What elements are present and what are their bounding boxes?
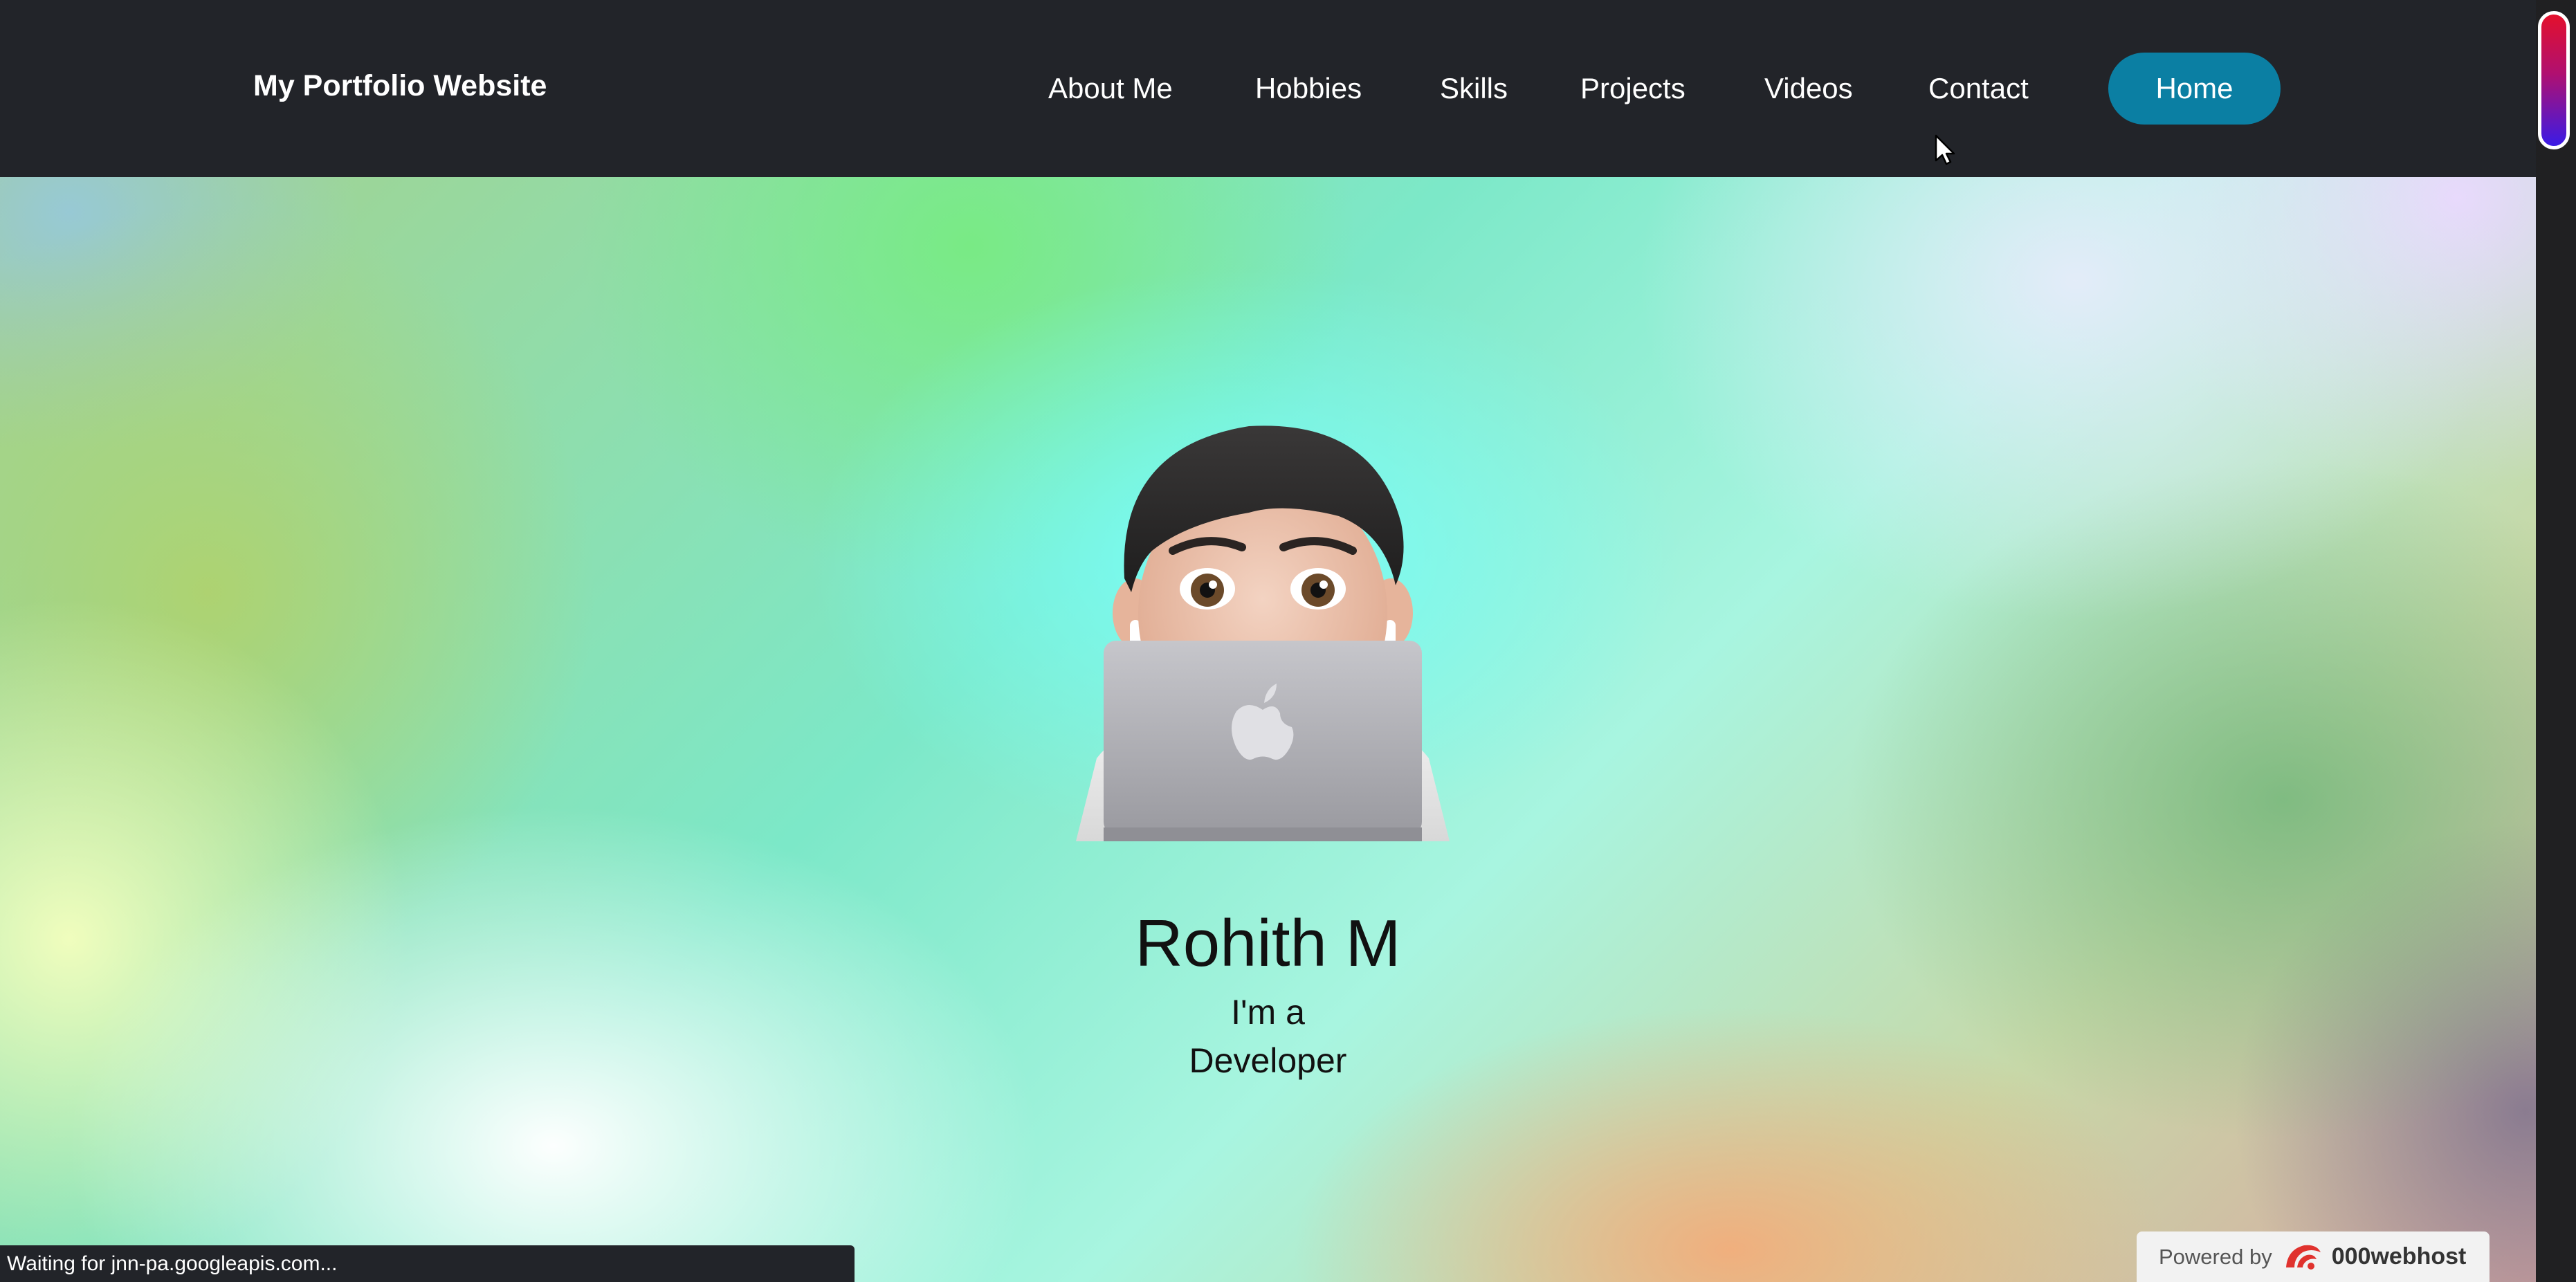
powered-by-label: Powered by	[2159, 1244, 2272, 1269]
nav-skills[interactable]: Skills	[1440, 72, 1508, 105]
webhost-brand: 000webhost	[2331, 1243, 2467, 1270]
scrollbar-thumb[interactable]	[2538, 11, 2570, 149]
browser-viewport: My Portfolio Website About Me Hobbies Sk…	[0, 0, 2576, 1282]
mouse-cursor-icon	[1935, 134, 1955, 165]
nav-about[interactable]: About Me	[1048, 72, 1173, 105]
powered-by-badge[interactable]: Powered by 000webhost	[2137, 1231, 2490, 1282]
nav-projects[interactable]: Projects	[1580, 72, 1686, 105]
navbar: My Portfolio Website About Me Hobbies Sk…	[0, 0, 2536, 177]
nav-home-label: Home	[2155, 72, 2234, 104]
hero-name: Rohith M	[1135, 906, 1401, 980]
memoji-laptop-icon	[1076, 425, 1450, 841]
browser-status-bar: Waiting for jnn-pa.googleapis.com...	[0, 1245, 855, 1282]
page-scrollbar[interactable]	[2536, 0, 2576, 1282]
hero-subtitle-line2: Developer	[1189, 1041, 1347, 1080]
webhost-logo-icon	[2285, 1245, 2321, 1270]
hero-subtitle-line1: I'm a	[1231, 993, 1305, 1032]
nav-contact[interactable]: Contact	[1928, 72, 2029, 105]
nav-home-button[interactable]: Home	[2108, 53, 2281, 125]
site-brand[interactable]: My Portfolio Website	[253, 69, 547, 103]
hero-section: Rohith M I'm a Developer	[0, 177, 2536, 1282]
nav-videos[interactable]: Videos	[1764, 72, 1853, 105]
nav-hobbies[interactable]: Hobbies	[1255, 72, 1362, 105]
